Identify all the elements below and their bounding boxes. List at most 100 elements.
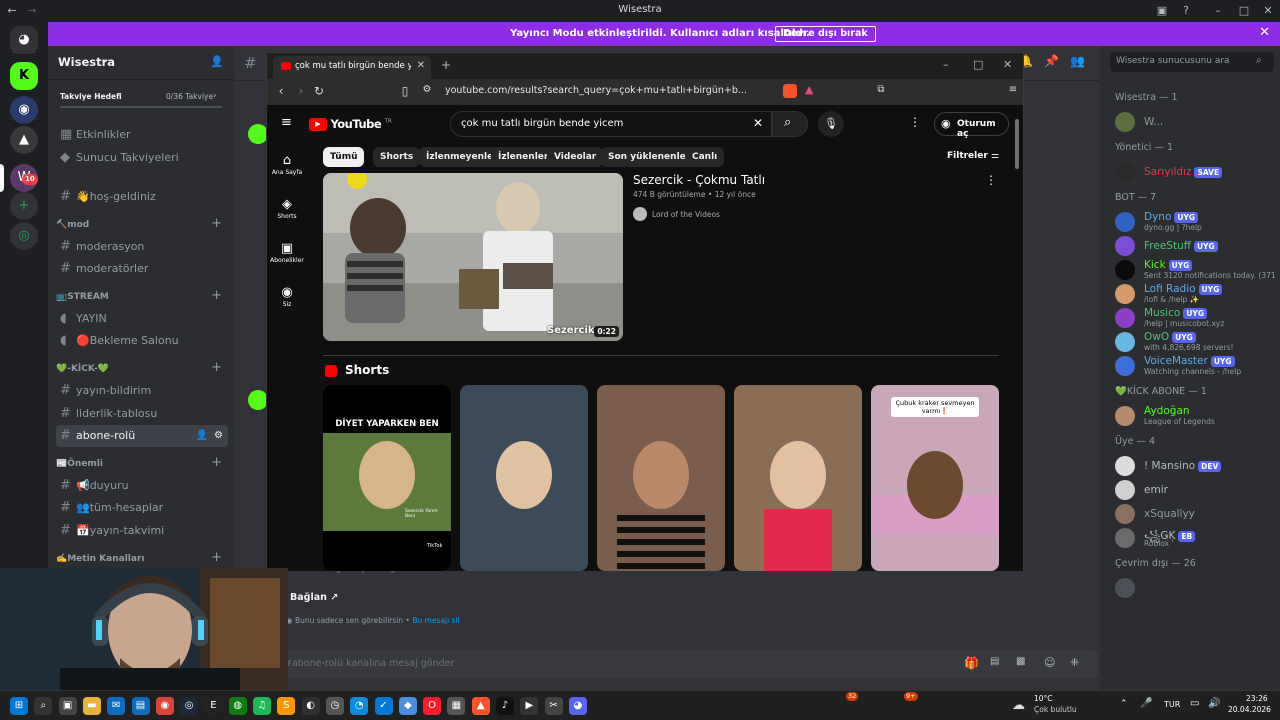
xbox-icon[interactable]: ◍ (228, 697, 247, 715)
server-kick-icon[interactable]: K (10, 62, 38, 90)
opera-icon[interactable]: O (423, 697, 442, 715)
back-button-icon[interactable]: ‹ (273, 84, 289, 98)
obs-icon[interactable]: ◐ (301, 697, 320, 715)
chip-1[interactable]: Shorts (373, 147, 421, 167)
explore-icon[interactable]: ◎ (10, 222, 38, 250)
close-banner-icon[interactable]: ✕ (1259, 25, 1270, 40)
member-item[interactable]: Sarıyıldız SAVE (1115, 158, 1275, 186)
channel-4-1[interactable]: # 👥tüm-hesaplar (56, 497, 228, 519)
channel-name[interactable]: Lord of the Videos (652, 210, 720, 219)
gift-icon[interactable]: 🎁 (964, 656, 979, 670)
server-icon-3[interactable]: ▲ (10, 126, 38, 154)
short-card[interactable] (734, 385, 862, 571)
yt-nav-0[interactable]: ⌂ Ana Sayfa (267, 153, 307, 176)
channel-3-2[interactable]: # abone-rolü 👤 ⚙ (56, 425, 228, 448)
brave-shields-icon[interactable] (783, 84, 797, 98)
bot-avatar-2[interactable] (248, 390, 268, 410)
bookmark-icon[interactable]: ▯ (397, 84, 413, 98)
category-header[interactable]: ✍️Metin Kanalları (56, 554, 145, 564)
bot-avatar[interactable] (248, 124, 268, 144)
calculator-icon[interactable]: ▦ (447, 697, 466, 715)
file-explorer-icon[interactable]: ▬ (82, 697, 101, 715)
clock-time[interactable]: 23:26 (1246, 694, 1268, 703)
category-header[interactable]: 💚-KİCK-💚 (56, 364, 109, 374)
add-server-icon[interactable]: + (10, 192, 38, 220)
site-info-icon[interactable]: ⚙ (419, 84, 435, 95)
video-options-icon[interactable]: ⋮ (985, 173, 997, 187)
close-tab-icon[interactable]: ✕ (417, 60, 425, 71)
category-header[interactable]: 📺STREAM (56, 292, 109, 302)
extensions-icon[interactable]: ⧉ (873, 84, 889, 95)
member-item[interactable]: ꧁ǤĶ EB Roblox (1115, 524, 1275, 552)
discord-taskbar-icon[interactable]: ◕ (568, 697, 587, 715)
new-tab-icon[interactable]: + (441, 58, 451, 72)
server-search[interactable]: Wisestra sunucusunu ara ⌕ (1110, 52, 1274, 72)
member-item[interactable]: VoiceMaster UYG Watching channels - /help (1115, 352, 1275, 380)
chrome-icon[interactable]: ◉ (155, 697, 174, 715)
spotify-icon[interactable]: ♫ (253, 697, 271, 715)
sidebar-item-0[interactable]: ▦ Etkinlikler (56, 124, 228, 146)
yt-nav-3[interactable]: ◉ Siz (267, 285, 307, 308)
channel-3-0[interactable]: # yayın-bildirim (56, 380, 228, 402)
invite-icon[interactable]: 👤 (196, 425, 208, 447)
task-view-icon[interactable]: ▣ (58, 697, 77, 715)
browser-menu-icon[interactable]: ≡ (1005, 84, 1021, 95)
boost-goal[interactable]: Takviye Hedefi 0/36 Takviye › (48, 90, 234, 108)
sublime-icon[interactable]: S (277, 697, 296, 715)
language-indicator[interactable]: TUR (1164, 700, 1180, 709)
clear-search-icon[interactable]: ✕ (753, 116, 763, 130)
chip-0[interactable]: Tümü (323, 147, 365, 167)
microphone-icon[interactable]: 🎤 (1140, 698, 1152, 709)
sticker-icon[interactable]: ▩ (1016, 656, 1025, 667)
create-channel-icon[interactable]: + (211, 455, 222, 470)
media-app-icon[interactable]: ▶ (520, 697, 539, 715)
apps-icon[interactable]: ⁜ (1070, 656, 1079, 669)
tray-chevron-icon[interactable]: ⌃ (1120, 699, 1128, 709)
category-header[interactable]: 📰Önemli (56, 459, 103, 469)
video-title[interactable]: Sezercik - Çokmu Tatlı (633, 173, 765, 187)
tiktok-icon[interactable]: ♪ (496, 697, 514, 715)
filters-button[interactable]: Filtreler ⚌ (947, 151, 999, 161)
server-header[interactable]: Wisestra ⌄ 👤 (48, 46, 234, 80)
chip-5[interactable]: Son yüklenenler (601, 147, 698, 167)
steam-icon[interactable]: ◎ (180, 697, 199, 715)
delete-message-link[interactable]: Bu mesajı sil (412, 616, 459, 625)
bird-app-icon[interactable]: ◆ (398, 697, 417, 715)
minimize-icon[interactable]: – (1210, 3, 1226, 19)
short-card[interactable]: DİYET YAPARKEN BEN Sezercik Yarım Beni Tik… (323, 385, 451, 571)
channel-0-0[interactable]: # 👋hoş-geldiniz (56, 186, 228, 208)
channel-1-1[interactable]: # moderatörler (56, 258, 228, 280)
youtube-search-input[interactable]: çok mu tatlı birgün bende yicem ✕ (450, 111, 772, 137)
member-item[interactable]: W... (1115, 108, 1275, 136)
inbox-icon[interactable]: ▣ (1154, 3, 1170, 19)
category-header[interactable]: 🔨mod (56, 220, 89, 230)
server-icon-2[interactable]: ◉ (10, 96, 38, 124)
youtube-logo[interactable]: ▶ YouTube TR (309, 117, 392, 131)
reload-icon[interactable]: ↻ (311, 84, 327, 98)
store-icon[interactable]: ▤ (131, 697, 150, 715)
channel-4-0[interactable]: # 📢duyuru (56, 475, 228, 497)
sign-in-button[interactable]: ◉ Oturum aç (934, 112, 1009, 139)
discord-home-icon[interactable]: ◕ (10, 26, 38, 54)
maximize-icon[interactable]: □ (1236, 3, 1252, 19)
sidebar-item-1[interactable]: ◆ Sunucu Takviyeleri (56, 147, 228, 169)
member-item[interactable] (1115, 574, 1275, 602)
snipping-icon[interactable]: ✂ (544, 697, 563, 715)
windows-start-icon[interactable]: ⊞ (10, 697, 28, 715)
create-channel-icon[interactable]: + (211, 550, 222, 565)
message-input[interactable]: #abone-rolü kanalına mesaj gönder 🎁 ▤ ▩ … (254, 650, 1098, 678)
yt-nav-2[interactable]: ▣ Abonelikler (267, 241, 307, 264)
clock-date[interactable]: 20.04.2026 (1228, 705, 1271, 714)
page-scrollbar[interactable] (1015, 119, 1019, 169)
weather-icon[interactable]: ☁ (1012, 698, 1025, 713)
video-thumbnail[interactable]: Sezercik 0:22 (323, 173, 623, 341)
forward-button-icon[interactable]: › (293, 84, 309, 98)
gear-icon[interactable]: ⚙ (214, 425, 223, 447)
create-channel-icon[interactable]: + (211, 288, 222, 303)
search-icon[interactable]: ⌕ (34, 697, 53, 715)
channel-3-1[interactable]: # liderlik-tablosu (56, 403, 228, 425)
vscode-icon[interactable]: ✓ (374, 697, 393, 715)
chip-4[interactable]: Videolar (547, 147, 604, 167)
monitor-icon[interactable]: ▭ (1190, 698, 1199, 709)
gif-icon[interactable]: ▤ (990, 656, 999, 667)
